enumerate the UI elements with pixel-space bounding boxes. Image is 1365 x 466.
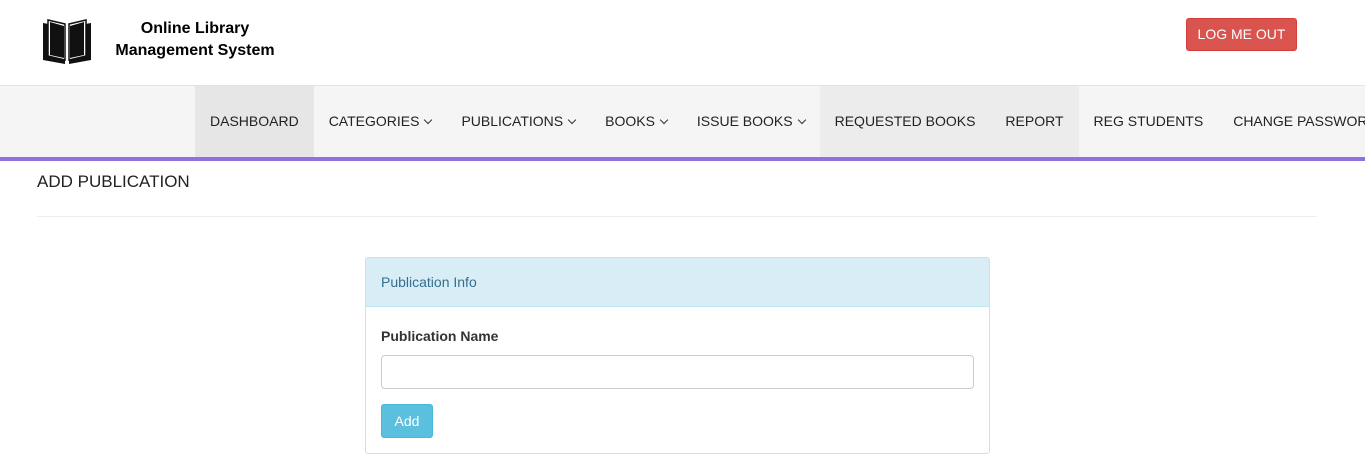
publication-name-input[interactable] xyxy=(381,355,974,389)
nav-item-books[interactable]: BOOKS xyxy=(590,86,682,157)
nav-item-label: REQUESTED BOOKS xyxy=(834,113,976,129)
nav-item-requested-books[interactable]: REQUESTED BOOKS xyxy=(819,86,991,157)
chevron-down-icon xyxy=(659,115,669,125)
nav-accent-line xyxy=(0,157,1365,161)
nav-item-issue-books[interactable]: ISSUE BOOKS xyxy=(682,86,820,157)
nav-item-reg-students[interactable]: REG STUDENTS xyxy=(1079,86,1219,157)
nav-item-label: CHANGE PASSWORD xyxy=(1233,113,1365,129)
chevron-down-icon xyxy=(797,115,806,125)
nav-item-label: REG STUDENTS xyxy=(1093,113,1204,129)
logout-button[interactable]: LOG ME OUT xyxy=(1186,18,1297,51)
nav-item-label: ISSUE BOOKS xyxy=(696,113,793,129)
publication-info-panel: Publication Info Publication Name Add xyxy=(365,257,990,454)
book-icon xyxy=(43,19,91,64)
page-title: ADD PUBLICATION xyxy=(37,172,190,191)
chevron-down-icon xyxy=(424,115,433,125)
add-button[interactable]: Add xyxy=(381,404,433,438)
title-divider xyxy=(37,216,1317,217)
chevron-down-icon xyxy=(567,115,577,125)
publication-name-label: Publication Name xyxy=(381,328,499,344)
site-header: Online Library Management System LOG ME … xyxy=(0,0,1365,86)
panel-heading: Publication Info xyxy=(366,258,989,307)
nav-item-change-password[interactable]: CHANGE PASSWORD xyxy=(1218,86,1365,157)
nav-item-label: CATEGORIES xyxy=(328,113,420,129)
nav-item-label: PUBLICATIONS xyxy=(461,113,564,129)
brand-line-2: Management System xyxy=(115,42,275,59)
nav-item-publications[interactable]: PUBLICATIONS xyxy=(446,86,590,157)
brand-line-1: Online Library xyxy=(140,20,250,37)
nav-item-categories[interactable]: CATEGORIES xyxy=(314,86,447,157)
nav-item-label: DASHBOARD xyxy=(210,113,299,129)
nav-item-label: REPORT xyxy=(1005,113,1064,129)
nav-item-dashboard[interactable]: DASHBOARD xyxy=(195,86,314,157)
nav-item-label: BOOKS xyxy=(605,113,655,129)
site-brand: Online Library Management System xyxy=(100,18,290,62)
main-nav: DASHBOARD CATEGORIES PUBLICATIONS BOOKS … xyxy=(195,86,1365,157)
nav-item-report[interactable]: REPORT xyxy=(990,86,1079,157)
